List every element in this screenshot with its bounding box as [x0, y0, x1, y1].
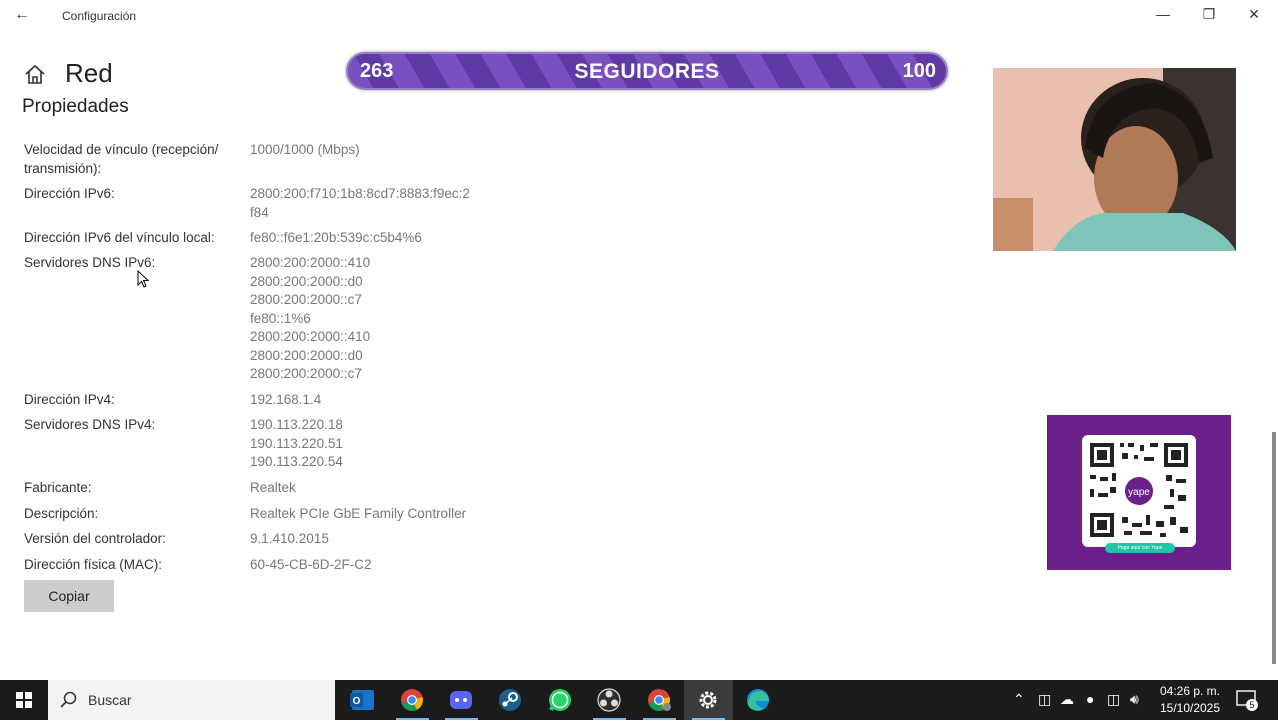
property-value: 192.168.1.4: [250, 392, 322, 407]
home-icon[interactable]: [24, 64, 46, 84]
close-button[interactable]: ✕: [1242, 6, 1266, 26]
webcam-overlay: [993, 68, 1236, 251]
minimize-button[interactable]: —: [1151, 6, 1175, 26]
clock-time: 04:26 p. m.: [1159, 684, 1221, 698]
property-value: fe80::f6e1:20b:539c:c5b4%6: [250, 230, 422, 245]
followers-goal: 100: [902, 60, 936, 82]
network-icon[interactable]: ◫: [1107, 691, 1120, 708]
window-title: Configuración: [62, 9, 137, 23]
windows-logo-icon: [16, 692, 32, 708]
chrome-icon[interactable]: [388, 680, 437, 720]
property-value: Realtek: [250, 480, 296, 495]
property-label: Servidores DNS IPv4:: [24, 417, 156, 432]
property-value: 60-45-CB-6D-2F-C2: [250, 557, 372, 572]
svg-text:yape: yape: [1128, 487, 1150, 498]
property-label: Dirección IPv6:: [24, 186, 115, 201]
tray-app-icon[interactable]: ◫: [1038, 691, 1051, 708]
search-placeholder: Buscar: [88, 692, 132, 708]
notification-count-badge: 5: [1246, 699, 1258, 711]
microphone-icon[interactable]: ●: [1086, 691, 1094, 707]
taskbar-search-box[interactable]: Buscar: [48, 680, 335, 720]
property-label: Fabricante:: [24, 480, 92, 495]
property-value: 190.113.220.18 190.113.220.51 190.113.22…: [250, 417, 343, 469]
section-title: Propiedades: [22, 96, 129, 117]
followers-count: 263: [360, 60, 394, 82]
property-label: Versión del controlador:: [24, 531, 166, 546]
svg-text:O: O: [353, 696, 361, 707]
steam-icon[interactable]: [486, 680, 535, 720]
page-title: Red: [65, 58, 113, 88]
clock[interactable]: 04:26 p. m. 15/10/2025: [1152, 683, 1228, 717]
property-label: Velocidad de vínculo (recepción/ transmi…: [24, 142, 219, 176]
obs-icon[interactable]: [585, 680, 634, 720]
settings-icon[interactable]: [684, 680, 733, 720]
title-bar: ← Configuración — ❐ ✕: [0, 0, 1278, 32]
start-button[interactable]: [0, 680, 48, 720]
edge-icon[interactable]: [734, 680, 783, 720]
qr-payment-panel: yape Paga aquí con Yape: [1047, 415, 1231, 570]
webcam-person-image: [993, 68, 1236, 251]
scrollbar[interactable]: [1272, 432, 1276, 664]
notifications-button[interactable]: 5: [1236, 689, 1258, 711]
property-value: 9.1.410.2015: [250, 531, 329, 546]
taskbar: Buscar O ⌃ ◫ ☁ ● ◫ 🔊︎ 04:26 p. m. 15/10/…: [0, 680, 1278, 720]
property-value: 1000/1000 (Mbps): [250, 142, 360, 157]
property-label: Dirección IPv4:: [24, 392, 115, 407]
show-hidden-icons-chevron-icon[interactable]: ⌃: [1013, 691, 1025, 708]
search-icon: [60, 691, 77, 708]
whatsapp-icon[interactable]: [536, 680, 585, 720]
qr-code-card: yape: [1082, 435, 1196, 547]
property-label: Dirección IPv6 del vínculo local:: [24, 230, 215, 245]
property-value: Realtek PCIe GbE Family Controller: [250, 506, 467, 521]
qr-code-icon: yape: [1090, 443, 1188, 537]
clock-date: 15/10/2025: [1159, 701, 1221, 715]
onedrive-icon[interactable]: ☁: [1060, 691, 1074, 708]
chrome-profile-icon[interactable]: [635, 680, 684, 720]
followers-banner: SEGUIDORES 263 100: [346, 52, 948, 90]
mouse-cursor-icon: [137, 270, 149, 288]
volume-icon[interactable]: 🔊︎: [1130, 691, 1139, 708]
property-value: 2800:200:2000::410 2800:200:2000::d0 280…: [250, 255, 371, 381]
property-value: 2800:200:f710:1b8:8cd7:8883:f9ec:2f84: [250, 186, 470, 220]
property-label: Descripción:: [24, 506, 99, 521]
property-label: Dirección física (MAC):: [24, 557, 163, 572]
property-label: Servidores DNS IPv6:: [24, 255, 156, 270]
restore-button[interactable]: ❐: [1197, 6, 1221, 26]
copy-button[interactable]: Copiar: [24, 580, 114, 612]
back-arrow-icon[interactable]: ←: [14, 6, 30, 24]
followers-label: SEGUIDORES: [574, 60, 720, 83]
qr-caption: Paga aquí con Yape: [1105, 543, 1175, 553]
discord-icon[interactable]: [437, 680, 486, 720]
outlook-icon[interactable]: O: [338, 680, 387, 720]
